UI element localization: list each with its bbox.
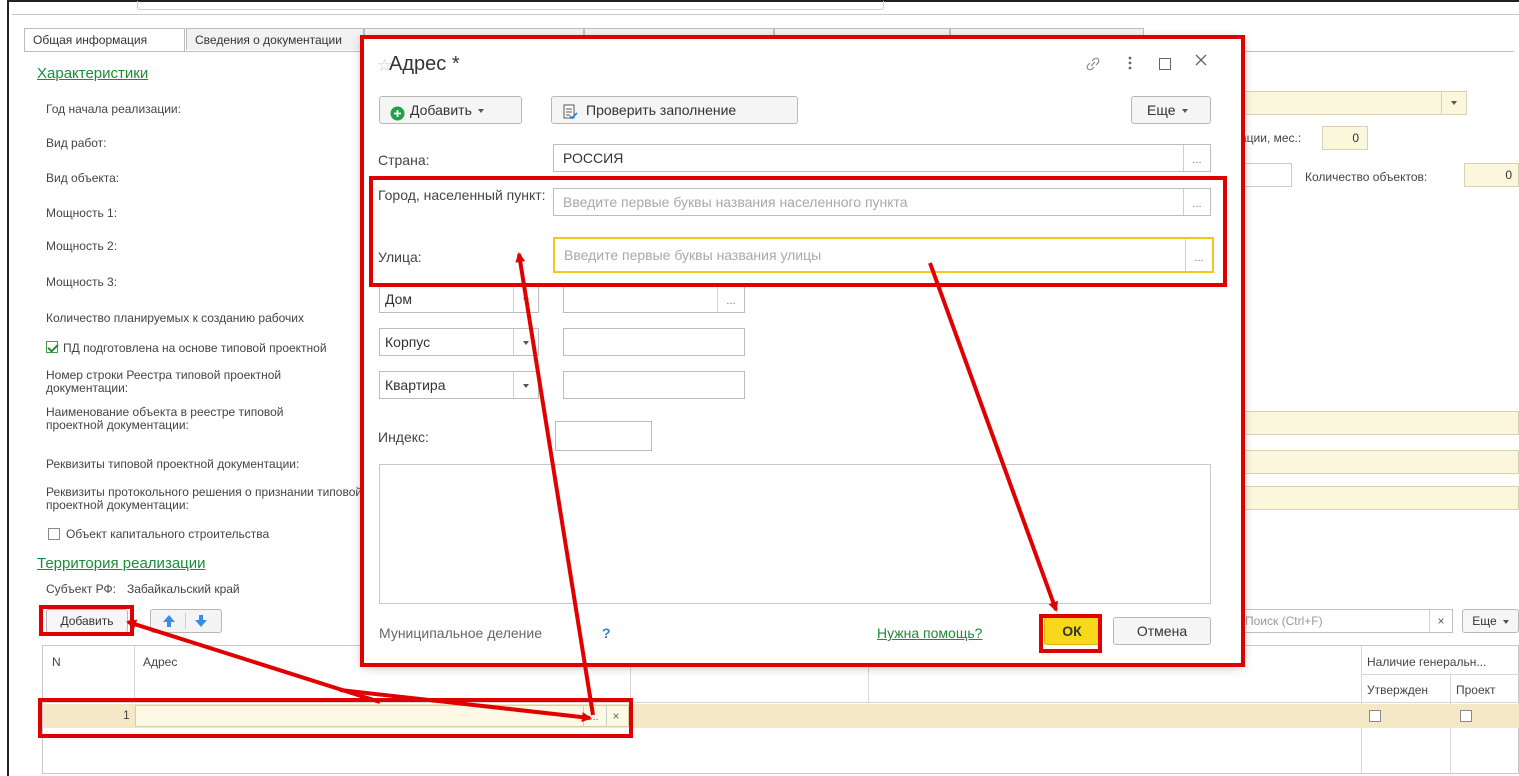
city-select-button[interactable]: ...	[1183, 189, 1210, 215]
address-preview-area[interactable]	[379, 464, 1211, 604]
row-number: 1	[123, 708, 130, 722]
requisites-field[interactable]	[1240, 450, 1519, 474]
check-doc-icon	[562, 102, 578, 128]
tab-general-info[interactable]: Общая информация	[24, 28, 185, 52]
house-field[interactable]: ...	[563, 285, 745, 313]
arrow-down-icon[interactable]	[193, 613, 209, 636]
index-field[interactable]	[555, 421, 652, 451]
protocol-field[interactable]	[1240, 486, 1519, 510]
help-link[interactable]: Нужна помощь?	[877, 625, 982, 641]
city-label: Город, населенный пункт:	[378, 187, 546, 203]
registry-name-label: Наименование объекта в реестре типовой п…	[46, 405, 284, 432]
requisites-label: Реквизиты типовой проектной документации…	[46, 457, 300, 471]
section-characteristics[interactable]: Характеристики	[37, 65, 148, 82]
jobs-label: Количество планируемых к созданию рабочи…	[46, 311, 304, 325]
municipal-label[interactable]: Муниципальное деление	[379, 625, 542, 641]
check-fill-button[interactable]: Проверить заполнение	[551, 96, 798, 124]
street-select-button[interactable]: ...	[1185, 239, 1212, 271]
country-field[interactable]: РОССИЯ...	[553, 144, 1211, 172]
table-row[interactable]: 1 ... ×	[43, 704, 1519, 728]
pd-checkbox[interactable]	[46, 341, 58, 353]
search-input[interactable]: Поиск (Ctrl+F) ×	[1240, 609, 1453, 633]
registry-row-label: Номер строки Реестра типовой проектной д…	[46, 368, 282, 395]
dialog-more-button[interactable]: Еще	[1131, 96, 1211, 124]
protocol-label: Реквизиты протокольного решения о призна…	[46, 485, 363, 512]
duration-label: ации, мес.:	[1240, 131, 1302, 145]
building-type-select[interactable]: Корпус	[379, 328, 539, 356]
year-field[interactable]	[1240, 91, 1467, 115]
close-icon[interactable]	[1194, 53, 1208, 70]
col-address-header[interactable]: Адрес	[143, 655, 177, 669]
index-label: Индекс:	[378, 429, 429, 445]
dialog-title: Адрес *	[389, 53, 460, 75]
apartment-type-select[interactable]: Квартира	[379, 371, 539, 399]
power3-label: Мощность 3:	[46, 275, 118, 289]
row-address-clear-button[interactable]: ×	[606, 706, 625, 726]
arrow-up-icon[interactable]	[161, 613, 177, 636]
plus-circle-icon	[390, 103, 405, 129]
link-icon[interactable]	[1084, 55, 1102, 76]
move-buttons	[150, 609, 222, 633]
row-project-checkbox[interactable]	[1460, 710, 1472, 722]
section-territory[interactable]: Территория реализации	[37, 555, 206, 572]
power1-label: Мощность 1:	[46, 206, 118, 220]
address-dialog: ☆ Адрес * Добавить Проверить заполнение …	[363, 38, 1242, 664]
col-project-header[interactable]: Проект	[1456, 683, 1496, 697]
country-select-button[interactable]: ...	[1183, 145, 1210, 171]
apartment-field[interactable]	[563, 371, 745, 399]
help-question[interactable]: ?	[602, 625, 611, 641]
partial-field[interactable]	[1240, 163, 1292, 187]
subject-label: Субъект РФ:	[46, 582, 116, 596]
tab-documentation[interactable]: Сведения о документации	[186, 28, 364, 50]
territory-more-button[interactable]: Еще	[1462, 609, 1519, 633]
territory-add-button[interactable]: Добавить	[46, 609, 128, 633]
top-strip	[12, 1, 1519, 15]
street-label: Улица:	[378, 249, 422, 265]
capital-checkbox[interactable]	[48, 528, 60, 540]
cancel-button[interactable]: Отмена	[1113, 617, 1211, 645]
col-n-header[interactable]: N	[52, 655, 61, 669]
year-label: Год начала реализации:	[46, 102, 181, 116]
address-table: N Адрес Наличие генеральн... Утвержден П…	[42, 645, 1519, 774]
duration-field[interactable]: 0	[1322, 126, 1368, 150]
maximize-icon[interactable]	[1159, 58, 1171, 70]
street-field[interactable]: Введите первые буквы названия улицы...	[553, 237, 1214, 273]
power2-label: Мощность 2:	[46, 239, 118, 253]
house-type-select[interactable]: Дом	[379, 285, 539, 313]
col-master-header[interactable]: Наличие генеральн...	[1367, 655, 1486, 669]
row-address-field[interactable]	[135, 705, 629, 727]
object-type-label: Вид объекта:	[46, 171, 120, 185]
ok-button[interactable]: ОК	[1044, 617, 1100, 645]
country-label: Страна:	[378, 152, 430, 168]
kebab-icon[interactable]	[1127, 54, 1133, 75]
subject-value: Забайкальский край	[127, 582, 240, 596]
registry-name-field[interactable]	[1240, 411, 1519, 435]
dialog-add-button[interactable]: Добавить	[379, 96, 522, 124]
building-field[interactable]	[563, 328, 745, 356]
capital-label: Объект капитального строительства	[66, 527, 270, 541]
objects-count-field[interactable]: 0	[1464, 163, 1519, 187]
city-field[interactable]: Введите первые буквы названия населенног…	[553, 188, 1211, 216]
work-type-label: Вид работ:	[46, 136, 107, 150]
year-dropdown[interactable]	[1441, 92, 1466, 114]
row-approved-checkbox[interactable]	[1369, 710, 1381, 722]
house-select-button[interactable]: ...	[717, 286, 744, 312]
col-approved-header[interactable]: Утвержден	[1367, 683, 1428, 697]
objects-count-label: Количество объектов:	[1305, 170, 1428, 184]
row-address-select-button[interactable]: ...	[583, 706, 604, 726]
pd-check-label: ПД подготовлена на основе типовой проект…	[63, 341, 327, 355]
search-clear-button[interactable]: ×	[1429, 610, 1452, 632]
